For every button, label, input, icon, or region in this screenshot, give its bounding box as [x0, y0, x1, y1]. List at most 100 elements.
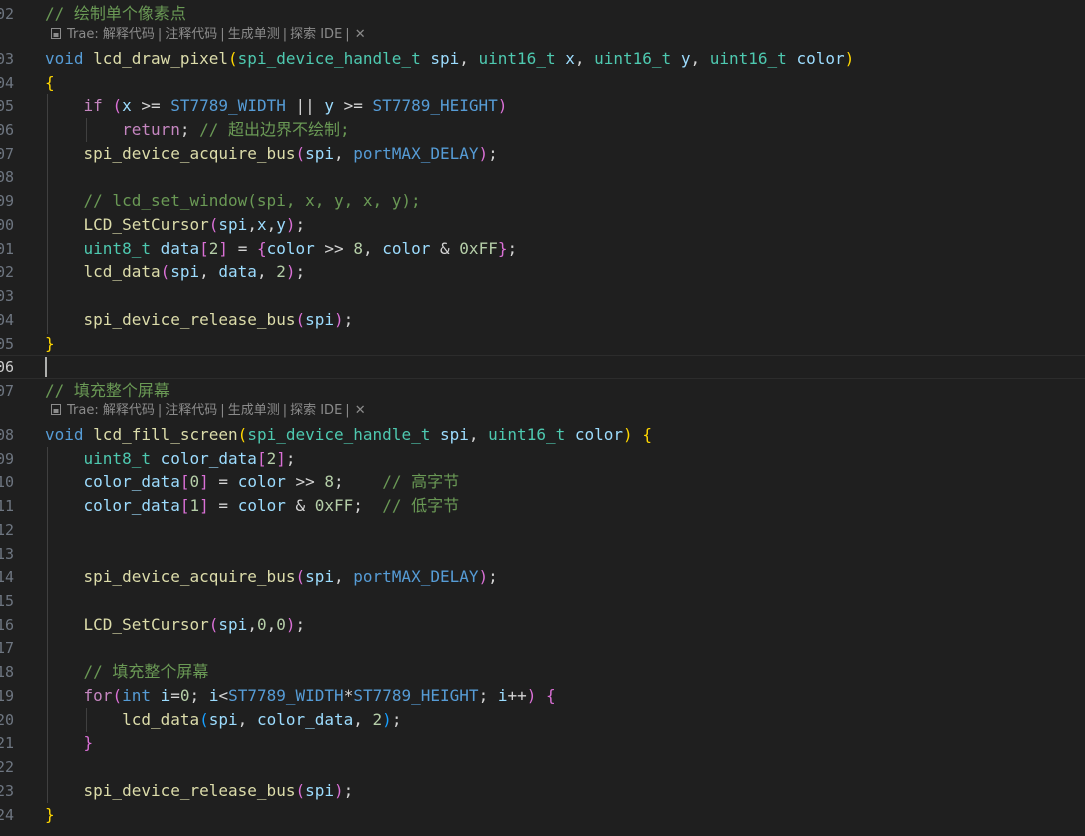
code-line[interactable]: 03 void lcd_draw_pixel(spi_device_handle_… — [0, 47, 1085, 71]
explore-ide-link[interactable]: 探索 IDE — [290, 403, 342, 418]
code-token: , — [353, 710, 373, 729]
code-line[interactable]: 06 return; // 超出边界不绘制; — [0, 118, 1085, 142]
comment-code-link[interactable]: 注释代码 — [165, 403, 217, 418]
code-token: ) — [285, 215, 296, 234]
code-line[interactable]: 19 for(int i=0; i<ST7789_WIDTH*ST7789_HE… — [0, 684, 1085, 708]
code-token: ( — [295, 567, 306, 586]
code-line[interactable]: 21 } — [0, 731, 1085, 755]
code-line[interactable]: 22 — [0, 755, 1085, 779]
code-editor[interactable]: Trae: 解释代码 | 注释代码 | 生成单测 | 探索 IDE | ✕ Trae: 解释代码 |… — [0, 0, 1085, 836]
code-token: color — [237, 496, 286, 515]
line-number: 05 — [0, 97, 14, 115]
code-token: ) — [623, 425, 633, 444]
code-token: color — [382, 239, 431, 258]
code-token: if — [83, 96, 103, 115]
code-line[interactable]: 02 // 绘制单个像素点 — [0, 2, 1085, 26]
indent-guide — [47, 447, 48, 803]
code-line[interactable]: 10 color_data[0] = color >> 8; // 高字节 — [0, 470, 1085, 494]
code-token: return — [122, 120, 180, 139]
code-line[interactable]: 03 — [0, 284, 1085, 308]
code-token: ; — [295, 215, 306, 234]
code-text: spi_device_acquire_bus(spi, portMAX_DELA… — [45, 565, 498, 589]
code-line[interactable]: 05} — [0, 332, 1085, 356]
explain-code-link[interactable]: 解释代码 — [103, 403, 155, 418]
explore-ide-link[interactable]: 探索 IDE — [290, 27, 342, 42]
hint-separator: | — [157, 27, 163, 42]
code-token: 2 — [372, 710, 383, 729]
code-token: { — [45, 73, 55, 92]
line-number: 06 — [0, 121, 14, 139]
code-token: , — [247, 615, 257, 634]
code-line[interactable]: 07 spi_device_acquire_bus(spi, portMAX_D… — [0, 142, 1085, 166]
code-token: uint16_t — [709, 49, 787, 68]
code-line[interactable]: 17 — [0, 636, 1085, 660]
code-token: 8 — [324, 472, 335, 491]
code-token: portMAX_DELAY — [353, 144, 479, 163]
code-token: } — [83, 733, 94, 752]
code-text: void lcd_fill_screen(spi_device_handle_t… — [45, 423, 652, 447]
code-line[interactable]: 02 lcd_data(spi, data, 2); — [0, 260, 1085, 284]
code-token: data — [218, 262, 257, 281]
line-number: 01 — [0, 240, 14, 258]
code-line[interactable]: 08 void lcd_fill_screen(spi_device_handle… — [0, 423, 1085, 447]
code-line[interactable]: 05 if (x >= ST7789_WIDTH || y >= ST7789_… — [0, 94, 1085, 118]
code-token: , — [247, 215, 257, 234]
hint-separator: | — [282, 403, 288, 418]
explain-code-link[interactable]: 解释代码 — [103, 27, 155, 42]
close-icon[interactable]: ✕ — [355, 403, 366, 418]
code-line[interactable]: 18 // 填充整个屏幕 — [0, 660, 1085, 684]
code-text: for(int i=0; i<ST7789_WIDTH*ST7789_HEIGH… — [45, 684, 556, 708]
code-line[interactable]: 00 LCD_SetCursor(spi,x,y); — [0, 213, 1085, 237]
code-line[interactable]: 13 — [0, 542, 1085, 566]
code-line-current[interactable]: 06 — [0, 355, 1085, 379]
generate-tests-link[interactable]: 生成单测 — [228, 27, 280, 42]
code-token: color_data — [256, 710, 354, 729]
code-line[interactable]: 08 — [0, 165, 1085, 189]
code-token: [ — [199, 239, 209, 258]
code-token: || — [285, 96, 325, 115]
code-line[interactable]: 23 spi_device_release_bus(spi); — [0, 779, 1085, 803]
code-line[interactable]: 04 spi_device_release_bus(spi); — [0, 308, 1085, 332]
code-line[interactable]: 01 uint8_t data[2] = {color >> 8, color … — [0, 237, 1085, 261]
code-line[interactable]: 07 // 填充整个屏幕 — [0, 379, 1085, 403]
code-line[interactable]: 16 LCD_SetCursor(spi,0,0); — [0, 613, 1085, 637]
code-line[interactable]: 11 color_data[1] = color & 0xFF; // 低字节 — [0, 494, 1085, 518]
code-token: = — [170, 686, 180, 705]
line-number: 07 — [0, 145, 14, 163]
code-line[interactable]: 09 uint8_t color_data[2]; — [0, 447, 1085, 471]
code-token: ( — [199, 710, 209, 729]
code-line[interactable]: 24} — [0, 803, 1085, 827]
close-icon[interactable]: ✕ — [355, 27, 366, 42]
code-token: spi — [305, 781, 334, 800]
code-token: spi_device_release_bus — [83, 310, 296, 329]
code-line[interactable]: 04 { — [0, 71, 1085, 95]
code-token: ] — [218, 239, 229, 258]
code-line[interactable]: 14 spi_device_acquire_bus(spi, portMAX_D… — [0, 565, 1085, 589]
code-token: // 超出边界不绘制; — [199, 120, 350, 139]
code-token: ++ — [507, 686, 527, 705]
code-line[interactable]: 20 lcd_data(spi, color_data, 2); — [0, 708, 1085, 732]
comment-code-link[interactable]: 注释代码 — [165, 27, 217, 42]
generate-tests-link[interactable]: 生成单测 — [228, 403, 280, 418]
code-token: color_data — [83, 496, 180, 515]
code-token: , — [690, 49, 710, 68]
code-token: 2 — [276, 262, 286, 281]
code-line[interactable]: 15 — [0, 589, 1085, 613]
code-line[interactable]: 09 // lcd_set_window(spi, x, y, x, y); — [0, 189, 1085, 213]
code-line[interactable]: 12 — [0, 518, 1085, 542]
code-token: , — [266, 215, 277, 234]
code-token: 1 — [189, 496, 200, 515]
code-token: , — [199, 262, 219, 281]
line-number: 03 — [0, 287, 14, 305]
line-number: 04 — [0, 311, 14, 329]
